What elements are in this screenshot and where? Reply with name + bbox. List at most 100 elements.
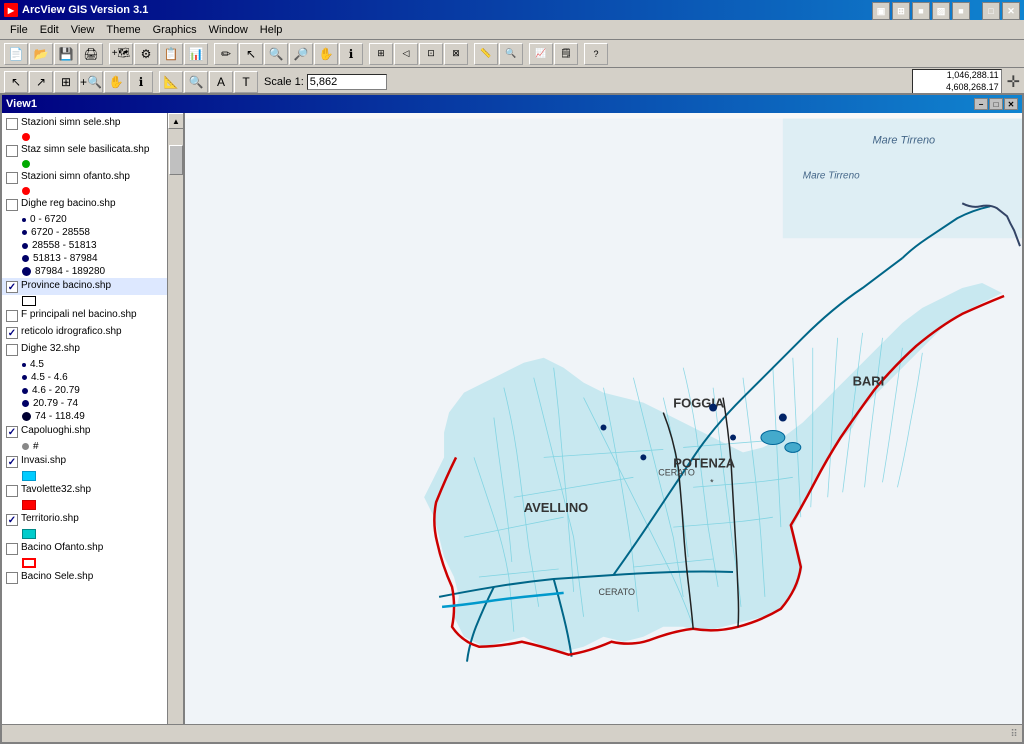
legend-item-stazioni-simn-ofanto[interactable]: Stazioni simn ofanto.shp xyxy=(2,169,183,186)
select-btn[interactable]: ↖ xyxy=(239,43,263,65)
save-btn[interactable]: 💾 xyxy=(54,43,78,65)
win-close-main[interactable]: ✕ xyxy=(1002,2,1020,20)
props-btn[interactable]: ⚙ xyxy=(134,43,158,65)
zoom-rect-btn[interactable]: ⊞ xyxy=(54,71,78,93)
legend-btn[interactable]: 📋 xyxy=(159,43,183,65)
zoom-selected-btn[interactable]: ⊡ xyxy=(419,43,443,65)
legend-item-tavolette32[interactable]: Tavolette32.shp xyxy=(2,482,183,499)
legend-item-f-principali[interactable]: F principali nel bacino.shp xyxy=(2,307,183,324)
legend-check-staz-simn-sele-bas[interactable] xyxy=(6,145,18,157)
win-extra2[interactable]: ■ xyxy=(952,2,970,20)
new-btn[interactable]: 📄 xyxy=(4,43,28,65)
win-extra1[interactable]: ▨ xyxy=(932,2,950,20)
toolbar-row-1: 📄 📂 💾 🖨 +🗺 ⚙ 📋 📊 ✏ ↖ 🔍 🔎 ✋ ℹ ⊞ ◁ ⊡ ⊠ 📏 🔍… xyxy=(0,40,1024,68)
legend-check-reticolo[interactable]: ✓ xyxy=(6,327,18,339)
win-close-btn[interactable]: ■ xyxy=(912,2,930,20)
print-btn[interactable]: 🖨 xyxy=(79,43,103,65)
svg-text:Mare Tirreno: Mare Tirreno xyxy=(873,135,936,147)
legend-item-dighe-reg-bacino[interactable]: Dighe reg bacino.shp xyxy=(2,196,183,213)
legend-check-province-bacino[interactable]: ✓ xyxy=(6,281,18,293)
mare-tirreno-label: Mare Tirreno xyxy=(803,170,860,181)
legend-scrollbar[interactable]: ▲ ▼ xyxy=(167,113,183,742)
pan-btn[interactable]: ✋ xyxy=(314,43,338,65)
find2-btn[interactable]: 🔍 xyxy=(184,71,208,93)
select2-btn[interactable]: ↗ xyxy=(29,71,53,93)
menu-help[interactable]: Help xyxy=(254,22,289,38)
legend-check-bacino-ofanto[interactable] xyxy=(6,543,18,555)
legend-item-bacino-sele[interactable]: Bacino Sele.shp xyxy=(2,569,183,586)
add-theme-btn[interactable]: +🗺 xyxy=(109,43,133,65)
legend-check-tavolette32[interactable] xyxy=(6,485,18,497)
view-window: View1 − □ ✕ Stazioni simn sele.shp Staz … xyxy=(0,93,1024,744)
legend-item-invasi[interactable]: ✓ Invasi.shp xyxy=(2,453,183,470)
win-maximize-btn[interactable]: ⊞ xyxy=(892,2,910,20)
menu-theme[interactable]: Theme xyxy=(100,22,146,38)
legend-panel: Stazioni simn sele.shp Staz simn sele ba… xyxy=(2,113,185,742)
legend-item-staz-simn-sele-bas[interactable]: Staz simn sele basilicata.shp xyxy=(2,142,183,159)
label-btn[interactable]: A xyxy=(209,71,233,93)
map-svg: Mare Tirreno xyxy=(185,113,1022,742)
pointer-btn[interactable]: ↖ xyxy=(4,71,28,93)
legend-check-stazioni-simn-sele[interactable] xyxy=(6,118,18,130)
legend-sub-stazioni-simn-sele xyxy=(2,132,183,142)
legend-item-territorio[interactable]: ✓ Territorio.shp xyxy=(2,511,183,528)
legend-check-dighe-32[interactable] xyxy=(6,344,18,356)
zoom-theme-btn[interactable]: ⊠ xyxy=(444,43,468,65)
legend-check-territorio[interactable]: ✓ xyxy=(6,514,18,526)
view-window-controls: − □ ✕ xyxy=(974,98,1018,110)
help-btn[interactable]: ? xyxy=(584,43,608,65)
zoom-out-btn[interactable]: 🔎 xyxy=(289,43,313,65)
menu-graphics[interactable]: Graphics xyxy=(147,22,203,38)
legend-item-province-bacino[interactable]: ✓ Province bacino.shp xyxy=(2,278,183,295)
view-title-bar: View1 − □ ✕ xyxy=(2,95,1022,113)
dot-dighe32-4 xyxy=(22,400,29,407)
view-maximize-btn[interactable]: □ xyxy=(989,98,1003,110)
legend-item-bacino-ofanto[interactable]: Bacino Ofanto.shp xyxy=(2,540,183,557)
pan2-btn[interactable]: ✋ xyxy=(104,71,128,93)
legend-item-dighe-32[interactable]: Dighe 32.shp xyxy=(2,341,183,358)
view-minimize-btn[interactable]: − xyxy=(974,98,988,110)
identify-btn[interactable]: ℹ xyxy=(339,43,363,65)
scale-input[interactable] xyxy=(307,74,387,90)
info-btn[interactable]: ℹ xyxy=(129,71,153,93)
resize-grip[interactable]: ⠿ xyxy=(1006,726,1022,742)
find-btn[interactable]: 🔍 xyxy=(499,43,523,65)
text-btn[interactable]: T xyxy=(234,71,258,93)
app-title: ArcView GIS Version 3.1 xyxy=(22,4,148,16)
legend-check-stazioni-simn-ofanto[interactable] xyxy=(6,172,18,184)
table-btn[interactable]: 📊 xyxy=(184,43,208,65)
menu-file[interactable]: File xyxy=(4,22,34,38)
draw-btn[interactable]: ✏ xyxy=(214,43,238,65)
zoom-prev-btn[interactable]: ◁ xyxy=(394,43,418,65)
legend-check-capoluoghi[interactable]: ✓ xyxy=(6,426,18,438)
menu-window[interactable]: Window xyxy=(203,22,254,38)
dam-dot-2 xyxy=(601,425,607,431)
win-minimize-btn[interactable]: ▣ xyxy=(872,2,890,20)
zoom-in-btn[interactable]: 🔍 xyxy=(264,43,288,65)
map-area[interactable]: Mare Tirreno xyxy=(185,113,1022,742)
scroll-thumb[interactable] xyxy=(169,145,183,175)
chart-btn[interactable]: 📈 xyxy=(529,43,553,65)
legend-label-province-bacino: Province bacino.shp xyxy=(21,280,111,291)
legend-check-bacino-sele[interactable] xyxy=(6,572,18,584)
legend-sub-capoluoghi: # xyxy=(2,440,183,453)
scroll-up-btn[interactable]: ▲ xyxy=(168,113,184,129)
win-restore[interactable]: □ xyxy=(982,2,1000,20)
menu-edit[interactable]: Edit xyxy=(34,22,65,38)
zoom-in2-btn[interactable]: +🔍 xyxy=(79,71,103,93)
zoom-full-btn[interactable]: ⊞ xyxy=(369,43,393,65)
measure2-btn[interactable]: 📐 xyxy=(159,71,183,93)
legend-check-f-principali[interactable] xyxy=(6,310,18,322)
view-close-btn[interactable]: ✕ xyxy=(1004,98,1018,110)
layout-btn[interactable]: 🗒 xyxy=(554,43,578,65)
legend-label-f-principali: F principali nel bacino.shp xyxy=(21,309,137,320)
legend-item-capoluoghi[interactable]: ✓ Capoluoghi.shp xyxy=(2,423,183,440)
legend-check-dighe-reg-bacino[interactable] xyxy=(6,199,18,211)
legend-check-invasi[interactable]: ✓ xyxy=(6,456,18,468)
open-btn[interactable]: 📂 xyxy=(29,43,53,65)
measure-btn[interactable]: 📏 xyxy=(474,43,498,65)
legend-item-stazioni-simn-sele[interactable]: Stazioni simn sele.shp xyxy=(2,115,183,132)
dighe32-sub-4: 20.79 - 74 xyxy=(2,397,183,410)
menu-view[interactable]: View xyxy=(65,22,101,38)
legend-item-reticolo[interactable]: ✓ reticolo idrografico.shp xyxy=(2,324,183,341)
